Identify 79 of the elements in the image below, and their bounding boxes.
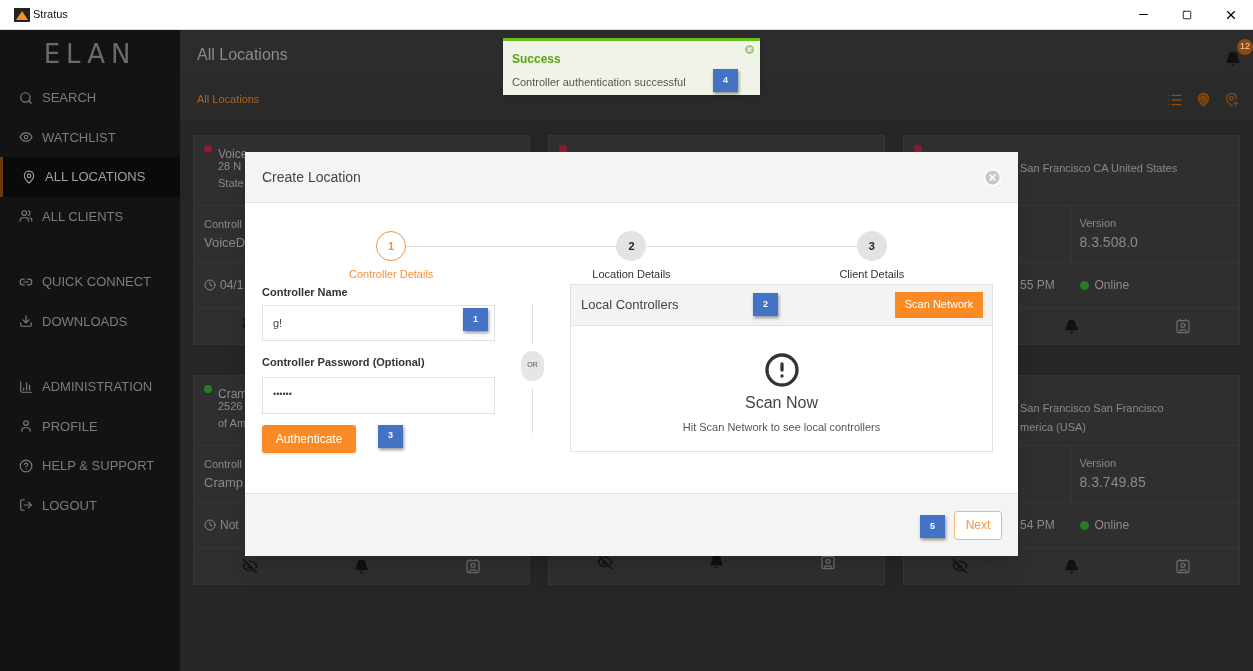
location-address: State (218, 176, 244, 191)
last-seen-time: 04/1 (220, 277, 244, 294)
callout-marker: 2 (753, 293, 778, 316)
status-label: Online (1094, 277, 1130, 294)
nav-item[interactable]: QUICK CONNECT (0, 262, 180, 302)
nav-item[interactable]: ALL LOCATIONS (0, 157, 180, 197)
callout-marker: 4 (713, 69, 738, 93)
version-label: Version (1079, 456, 1118, 472)
clock-icon (204, 279, 216, 291)
nav-item[interactable]: ADMINISTRATION (0, 367, 180, 407)
version-value: 8.3.508.0 (1079, 232, 1139, 252)
dialog-title: Create Location (262, 167, 361, 187)
page-title: All Locations (197, 44, 288, 65)
bar-chart-icon (19, 379, 33, 394)
pin-icon (22, 169, 36, 184)
field-label: Controller Password (Optional) (262, 355, 426, 370)
authenticate-button[interactable]: Authenticate (262, 424, 356, 453)
maximize-icon[interactable] (1182, 9, 1192, 20)
nav-item[interactable]: PROFILE (0, 406, 180, 446)
pin-icon[interactable] (1196, 92, 1211, 107)
nav-item[interactable]: WATCHLIST (0, 117, 180, 157)
callout-marker: 5 (920, 515, 945, 539)
panel-title: Local Controllers (581, 295, 680, 314)
location-address: 2526 (218, 399, 243, 414)
version-label: Version (1079, 216, 1118, 232)
eye-icon (19, 130, 33, 145)
person-icon (19, 419, 33, 434)
empty-title: Scan Now (745, 392, 818, 413)
nav-item[interactable]: DOWNLOADS (0, 301, 180, 341)
location-address: of Am (218, 416, 247, 431)
password-field[interactable]: •••••• (262, 376, 495, 414)
callout-marker: 1 (463, 308, 488, 332)
last-seen-time: Not (220, 517, 239, 534)
logo: ELAN (43, 37, 137, 71)
step-label: Location Details (592, 267, 671, 282)
search-icon (19, 90, 33, 105)
nav-item[interactable]: HELP & SUPPORT (0, 446, 180, 486)
last-seen-time: 55 PM (1020, 277, 1055, 294)
step-number: 3 (856, 231, 887, 261)
next-button[interactable]: Next (954, 510, 1002, 540)
controller-value: Cramp (204, 473, 244, 492)
scan-network-button[interactable]: Scan Network (895, 291, 983, 318)
location-address: 28 N (218, 159, 242, 174)
notification-count: 12 (1237, 38, 1253, 55)
step-number: 2 (616, 231, 647, 261)
field-label: Controller Name (262, 284, 349, 300)
bell-icon[interactable] (709, 554, 724, 569)
controller-label: Controll (204, 217, 243, 232)
nav-item[interactable]: ALL CLIENTS (0, 196, 180, 236)
step-number: 1 (376, 231, 407, 261)
version-value: 8.3.749.85 (1079, 472, 1147, 492)
download-icon (19, 314, 33, 329)
empty-message: Hit Scan Network to see local controllers (682, 419, 881, 435)
step-label: Controller Details (348, 267, 434, 282)
callout-marker: 3 (378, 424, 403, 448)
status-label: Online (1094, 517, 1130, 534)
location-address: San Francisco CA United States (1020, 161, 1178, 176)
location-address: merica (USA) (1020, 420, 1086, 435)
input-field[interactable]: g! 1 (262, 305, 495, 341)
hidden-eye-icon[interactable] (597, 553, 613, 570)
clock-icon (204, 519, 216, 531)
add-pin-icon[interactable] (1224, 92, 1239, 107)
location-address: San Francisco San Francisco (1020, 401, 1164, 416)
toast-message: Controller authentication successful (512, 75, 686, 90)
people-icon (19, 209, 33, 224)
window-title: Stratus (33, 7, 68, 23)
alert-icon (763, 351, 800, 388)
last-seen-time: 54 PM (1020, 517, 1055, 534)
breadcrumb-link[interactable]: All Locations (197, 91, 260, 108)
app-logo-icon (14, 7, 30, 22)
toast-title: Success (512, 51, 562, 68)
nav-item[interactable]: LOGOUT (0, 485, 180, 525)
help-icon (19, 458, 33, 473)
controller-value: VoiceD (204, 233, 247, 252)
controller-label: Controll (204, 457, 243, 472)
contact-card-icon[interactable] (820, 553, 836, 570)
nav-item[interactable]: SEARCH (0, 78, 180, 118)
logout-icon (19, 498, 33, 513)
step-label: Client Details (839, 267, 905, 282)
